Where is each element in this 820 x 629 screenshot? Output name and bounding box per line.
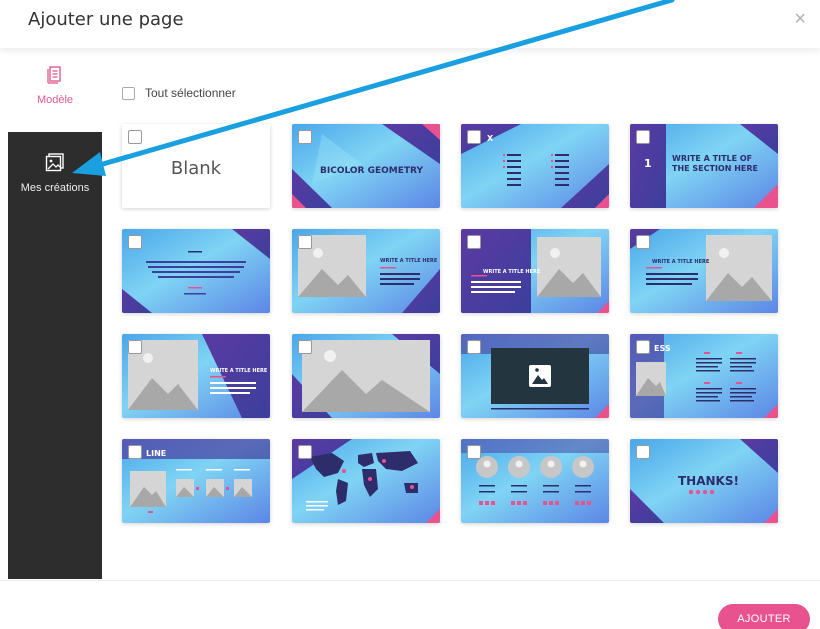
template-label: THANKS! [678,474,739,488]
image-icon [45,153,64,172]
template-card[interactable] [292,439,440,523]
template-checkbox[interactable] [636,130,650,144]
template-label: Blank [170,158,222,179]
template-checkbox[interactable] [467,340,481,354]
template-card[interactable]: WRITE A TITLE HERE [292,229,440,313]
template-checkbox[interactable] [298,235,312,249]
template-checkbox[interactable] [128,445,142,459]
template-label: WRITE A TITLE HERE [210,368,268,374]
select-all-checkbox[interactable] [122,86,135,100]
template-card[interactable]: LINE [122,439,270,523]
template-thumbnail [292,439,440,523]
template-label: LINE [146,449,167,458]
sidebar-item-label: Modèle [36,94,74,106]
template-card[interactable] [461,439,609,523]
sidebar-item-modele[interactable]: Modèle [8,66,102,126]
template-thumbnail [292,229,440,313]
dialog-title: Ajouter une page [28,9,184,30]
template-card[interactable] [461,334,609,418]
select-all[interactable]: Tout sélectionner [122,86,236,100]
template-checkbox[interactable] [636,235,650,249]
sidebar-item-mes-creations[interactable]: Mes créations [8,132,102,579]
template-checkbox[interactable] [298,130,312,144]
template-thumbnail [461,439,609,523]
template-checkbox[interactable] [298,340,312,354]
template-card[interactable]: THANKS! [630,439,778,523]
template-checkbox[interactable] [636,445,650,459]
template-thumbnail [292,334,440,418]
dialog-footer: AJOUTER [0,580,820,629]
sidebar: Modèle Mes créations [8,48,102,579]
template-checkbox[interactable] [636,340,650,354]
template-label: WRITE A TITLE OF THE SECTION HERE [672,154,758,173]
template-number: 1 [644,157,652,170]
template-card[interactable] [122,229,270,313]
template-checkbox[interactable] [128,130,142,144]
template-checkbox[interactable] [467,235,481,249]
sidebar-item-label: Mes créations [20,182,90,194]
template-card[interactable] [292,334,440,418]
template-label: BICOLOR GEOMETRY [320,166,423,176]
template-checkbox[interactable] [128,340,142,354]
template-thumbnail [461,124,609,208]
template-card[interactable]: WRITE A TITLE HERE [630,229,778,313]
select-all-label: Tout sélectionner [145,86,236,100]
template-thumbnail [630,229,778,313]
dialog-header: Ajouter une page × [0,0,820,48]
template-card[interactable]: X [461,124,609,208]
template-thumbnail [122,439,270,523]
template-label: WRITE A TITLE HERE [483,269,541,275]
template-thumbnail [122,229,270,313]
add-page-dialog: Ajouter une page × Modèle Mes créations [0,0,820,629]
template-card-blank[interactable]: Blank [122,124,270,208]
template-checkbox[interactable] [298,445,312,459]
template-checkbox[interactable] [128,235,142,249]
template-checkbox[interactable] [467,445,481,459]
template-thumbnail [122,334,270,418]
template-label: WRITE A TITLE HERE [380,258,438,264]
template-label: X [487,134,494,143]
template-thumbnail [461,334,609,418]
template-thumbnail [630,334,778,418]
template-card[interactable]: ESS [630,334,778,418]
close-icon[interactable]: × [794,8,806,31]
template-label: ESS [654,344,671,353]
template-card[interactable]: WRITE A TITLE HERE [461,229,609,313]
template-checkbox[interactable] [467,130,481,144]
add-button[interactable]: AJOUTER [718,604,810,629]
template-card[interactable]: BICOLOR GEOMETRY [292,124,440,208]
template-label: WRITE A TITLE HERE [652,259,710,265]
template-card[interactable]: WRITE A TITLE HERE [122,334,270,418]
template-card[interactable]: 1 WRITE A TITLE OF THE SECTION HERE [630,124,778,208]
template-icon [47,66,61,84]
